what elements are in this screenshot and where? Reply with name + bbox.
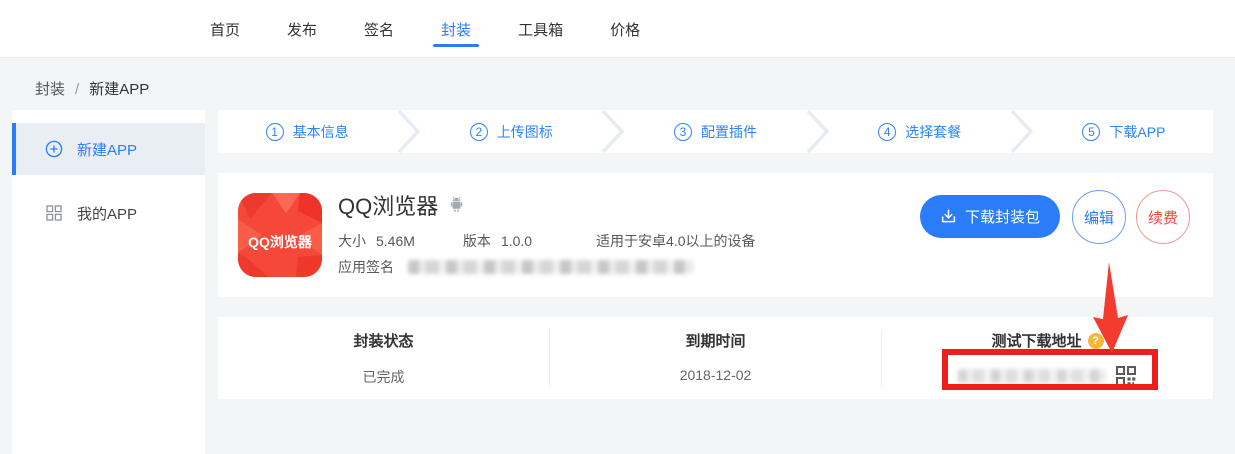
step-number: 1 <box>266 123 284 141</box>
edit-button[interactable]: 编辑 <box>1072 190 1126 244</box>
step-label: 上传图标 <box>497 122 553 142</box>
test-download-url-blurred[interactable] <box>958 369 1106 383</box>
app-title-row: QQ浏览器 <box>338 189 465 221</box>
compatibility-text: 适用于安卓4.0以上的设备 <box>596 231 755 251</box>
version-label: 版本 <box>463 231 491 251</box>
signature-label: 应用签名 <box>338 257 394 277</box>
chevron-separator-icon <box>1009 110 1035 153</box>
step-number: 2 <box>470 123 488 141</box>
page: 首页 发布 签名 封装 工具箱 价格 封装 / 新建APP 新建APP <box>0 0 1235 454</box>
breadcrumb-current: 新建APP <box>89 81 149 98</box>
download-button-label: 下载封装包 <box>965 206 1040 227</box>
package-status-label: 封装状态 <box>353 330 413 351</box>
expiry-date-value: 2018-12-02 <box>680 367 752 383</box>
step-upload-icon[interactable]: 2 上传图标 <box>422 110 600 153</box>
app-card: QQ浏览器 QQ浏览器 <box>218 173 1213 297</box>
size-value: 5.46M <box>376 233 415 249</box>
step-label: 配置插件 <box>701 122 757 142</box>
app-icon: QQ浏览器 <box>238 193 322 277</box>
step-download-app[interactable]: 5 下载APP <box>1035 110 1213 153</box>
nav-item-sign[interactable]: 签名 <box>364 1 394 57</box>
app-meta-row: 大小 5.46M 版本 1.0.0 适用于安卓4.0以上的设备 <box>338 231 756 251</box>
plus-circle-icon <box>45 140 63 158</box>
signature-value-blurred <box>408 260 693 274</box>
size-label: 大小 <box>338 231 366 251</box>
main-content: 1 基本信息 2 上传图标 3 配置插件 4 选择套餐 5 下载APP <box>218 110 1213 399</box>
expiry-date-column: 到期时间 2018-12-02 <box>550 317 881 399</box>
test-download-column: 测试下载地址 ? <box>882 317 1213 399</box>
step-select-plan[interactable]: 4 选择套餐 <box>831 110 1009 153</box>
expiry-date-label: 到期时间 <box>685 330 745 351</box>
package-status-column: 封装状态 已完成 <box>218 317 549 399</box>
app-icon-text: QQ浏览器 <box>248 234 313 250</box>
test-download-url-row <box>958 365 1137 387</box>
nav-item-publish[interactable]: 发布 <box>287 1 317 57</box>
chevron-separator-icon <box>600 110 626 153</box>
download-package-button[interactable]: 下载封装包 <box>920 195 1060 238</box>
nav-item-package[interactable]: 封装 <box>441 1 471 57</box>
top-nav: 首页 发布 签名 封装 工具箱 价格 <box>210 0 640 58</box>
test-download-label: 测试下载地址 <box>991 330 1081 351</box>
breadcrumb-section[interactable]: 封装 <box>35 81 65 98</box>
version-value: 1.0.0 <box>501 233 532 249</box>
step-configure-plugins[interactable]: 3 配置插件 <box>626 110 804 153</box>
step-basic-info[interactable]: 1 基本信息 <box>218 110 396 153</box>
nav-item-home[interactable]: 首页 <box>210 1 240 57</box>
step-label: 下载APP <box>1109 122 1165 142</box>
sidebar-item-label: 我的APP <box>77 203 137 224</box>
nav-item-pricing[interactable]: 价格 <box>610 1 640 57</box>
step-number: 3 <box>674 123 692 141</box>
steps-bar: 1 基本信息 2 上传图标 3 配置插件 4 选择套餐 5 下载APP <box>218 110 1213 153</box>
download-icon <box>940 208 957 225</box>
step-label: 选择套餐 <box>905 122 961 142</box>
chevron-separator-icon <box>805 110 831 153</box>
renew-button[interactable]: 续费 <box>1136 190 1190 244</box>
sidebar-item-my-app[interactable]: 我的APP <box>12 187 205 239</box>
sidebar-item-new-app[interactable]: 新建APP <box>12 123 205 175</box>
package-status-value: 已完成 <box>363 367 405 387</box>
sidebar: 新建APP 我的APP <box>12 110 205 454</box>
app-title: QQ浏览器 <box>338 189 438 221</box>
app-signature-row: 应用签名 <box>338 257 693 277</box>
android-icon <box>448 196 465 214</box>
sidebar-item-label: 新建APP <box>77 139 137 160</box>
qr-code-icon[interactable] <box>1115 365 1137 387</box>
top-bar: 首页 发布 签名 封装 工具箱 价格 <box>0 0 1235 58</box>
breadcrumb: 封装 / 新建APP <box>35 78 149 99</box>
help-icon[interactable]: ? <box>1088 333 1104 349</box>
step-number: 5 <box>1082 123 1100 141</box>
nav-item-toolbox[interactable]: 工具箱 <box>518 1 563 57</box>
grid-icon <box>45 204 63 222</box>
chevron-separator-icon <box>396 110 422 153</box>
step-label: 基本信息 <box>293 122 349 142</box>
step-number: 4 <box>878 123 896 141</box>
status-card: 封装状态 已完成 到期时间 2018-12-02 测试下载地址 ? <box>218 317 1213 399</box>
breadcrumb-separator: / <box>75 81 79 98</box>
